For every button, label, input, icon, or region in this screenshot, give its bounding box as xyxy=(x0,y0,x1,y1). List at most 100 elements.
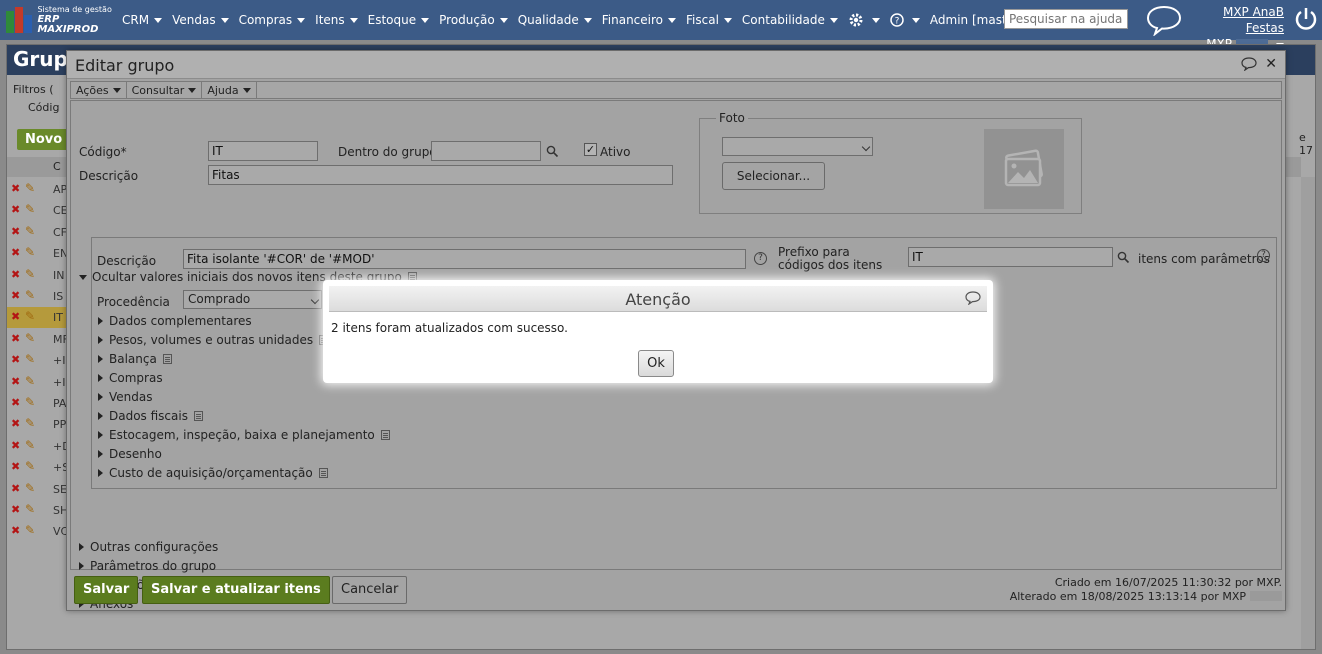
edit-icon[interactable]: ✎ xyxy=(25,374,35,388)
table-row[interactable]: ✖ ✎ MF xyxy=(7,329,69,350)
menu-qualidade[interactable]: Qualidade xyxy=(518,13,592,27)
edit-icon[interactable]: ✎ xyxy=(25,438,35,452)
doc-icon[interactable] xyxy=(318,468,328,478)
help-icon[interactable]: ? xyxy=(754,252,767,265)
selecionar-button[interactable]: Selecionar... xyxy=(722,162,825,190)
section-toggle[interactable]: Pesos, volumes e outras unidades xyxy=(98,333,329,347)
delete-icon[interactable]: ✖ xyxy=(11,524,20,537)
edit-icon[interactable]: ✎ xyxy=(25,267,35,281)
ok-button[interactable]: Ok xyxy=(638,350,674,377)
edit-icon[interactable]: ✎ xyxy=(25,395,35,409)
help-icon[interactable]: ? xyxy=(1257,249,1270,262)
chat-bubble-icon[interactable] xyxy=(965,291,981,305)
consultar-menu[interactable]: Consultar xyxy=(127,82,203,98)
descricao-input[interactable]: Fitas xyxy=(208,165,673,185)
doc-icon[interactable] xyxy=(162,354,172,364)
table-row[interactable]: ✖ ✎ PA xyxy=(7,393,67,414)
table-row[interactable]: ✖ ✎ SE xyxy=(7,479,67,500)
help-search-input[interactable] xyxy=(1004,9,1128,29)
acoes-menu[interactable]: Ações xyxy=(71,82,127,98)
section-toggle[interactable]: Dados complementares xyxy=(98,314,252,328)
section-toggle[interactable]: Custo de aquisição/orçamentação xyxy=(98,466,328,480)
menu-financeiro[interactable]: Financeiro xyxy=(602,13,677,27)
delete-icon[interactable]: ✖ xyxy=(11,353,20,366)
delete-icon[interactable]: ✖ xyxy=(11,396,20,409)
edit-icon[interactable]: ✎ xyxy=(25,502,35,516)
table-row[interactable]: ✖ ✎ IT xyxy=(7,307,67,329)
delete-icon[interactable]: ✖ xyxy=(11,417,20,430)
dentro-grupo-input[interactable] xyxy=(431,141,541,161)
edit-icon[interactable]: ✎ xyxy=(25,459,35,473)
salvar-atualizar-button[interactable]: Salvar e atualizar itens xyxy=(142,576,330,604)
delete-icon[interactable]: ✖ xyxy=(11,439,20,452)
edit-icon[interactable]: ✎ xyxy=(25,309,35,323)
doc-icon[interactable] xyxy=(193,411,203,421)
delete-icon[interactable]: ✖ xyxy=(11,332,20,345)
user-company[interactable]: MXP AnaB Festas xyxy=(1190,4,1284,36)
section-toggle[interactable]: Outras configurações xyxy=(79,540,218,554)
search-icon[interactable] xyxy=(546,145,559,158)
prefixo-input[interactable]: IT xyxy=(908,247,1113,267)
menu-contabilidade[interactable]: Contabilidade xyxy=(742,13,838,27)
delete-icon[interactable]: ✖ xyxy=(11,310,20,323)
settings-menu[interactable] xyxy=(848,12,880,28)
section-toggle[interactable]: Dados fiscais xyxy=(98,409,203,423)
salvar-button[interactable]: Salvar xyxy=(74,576,139,604)
delete-icon[interactable]: ✖ xyxy=(11,246,20,259)
edit-icon[interactable]: ✎ xyxy=(25,331,35,345)
table-row[interactable]: ✖ ✎ +I xyxy=(7,372,67,393)
novo-button[interactable]: Novo xyxy=(17,129,71,150)
edit-icon[interactable]: ✎ xyxy=(25,202,35,216)
menu-producao[interactable]: Produção xyxy=(439,13,508,27)
section-toggle[interactable]: Compras xyxy=(98,371,163,385)
edit-icon[interactable]: ✎ xyxy=(25,245,35,259)
section-toggle[interactable]: Vendas xyxy=(98,390,153,404)
delete-icon[interactable]: ✖ xyxy=(11,203,20,216)
section-toggle[interactable]: Parâmetros do grupo xyxy=(79,559,216,573)
edit-icon[interactable]: ✎ xyxy=(25,181,35,195)
power-icon[interactable] xyxy=(1294,6,1318,32)
chat-bubble-icon[interactable] xyxy=(1146,4,1182,36)
section-toggle[interactable]: Desenho xyxy=(98,447,162,461)
delete-icon[interactable]: ✖ xyxy=(11,460,20,473)
cancelar-button[interactable]: Cancelar xyxy=(332,576,408,604)
close-icon[interactable]: ✕ xyxy=(1265,56,1277,72)
menu-crm[interactable]: CRM xyxy=(122,13,163,27)
table-row[interactable]: ✖ ✎ PP xyxy=(7,414,67,435)
edit-icon[interactable]: ✎ xyxy=(25,224,35,238)
menu-itens[interactable]: Itens xyxy=(315,13,358,27)
table-row[interactable]: ✖ ✎ SH xyxy=(7,500,68,521)
search-icon[interactable] xyxy=(1117,251,1130,264)
procedencia-select[interactable]: Comprado xyxy=(183,290,322,309)
delete-icon[interactable]: ✖ xyxy=(11,482,20,495)
table-row[interactable]: ✖ ✎ CE xyxy=(7,200,68,221)
delete-icon[interactable]: ✖ xyxy=(11,182,20,195)
inner-descricao-input[interactable]: Fita isolante '#COR' de '#MOD' xyxy=(183,249,746,269)
doc-icon[interactable] xyxy=(380,430,390,440)
edit-icon[interactable]: ✎ xyxy=(25,523,35,537)
ativo-checkbox[interactable]: ✓ xyxy=(584,143,597,156)
ajuda-menu[interactable]: Ajuda xyxy=(202,82,257,98)
edit-icon[interactable]: ✎ xyxy=(25,288,35,302)
menu-fiscal[interactable]: Fiscal xyxy=(686,13,732,27)
menu-compras[interactable]: Compras xyxy=(239,13,306,27)
table-row[interactable]: ✖ ✎ EN xyxy=(7,243,68,264)
chat-bubble-icon[interactable] xyxy=(1241,57,1257,71)
app-logo[interactable]: Sistema de gestão ERP MAXIPROD xyxy=(0,5,122,35)
edit-icon[interactable]: ✎ xyxy=(25,416,35,430)
help-menu[interactable]: ? xyxy=(890,13,920,27)
menu-estoque[interactable]: Estoque xyxy=(368,13,430,27)
section-toggle[interactable]: Estocagem, inspeção, baixa e planejament… xyxy=(98,428,390,442)
table-row[interactable]: ✖ ✎ AP xyxy=(7,179,67,200)
table-row[interactable]: ✖ ✎ VC xyxy=(7,521,68,542)
foto-select[interactable] xyxy=(722,137,873,156)
delete-icon[interactable]: ✖ xyxy=(11,268,20,281)
edit-icon[interactable]: ✎ xyxy=(25,481,35,495)
table-row[interactable]: ✖ ✎ +I xyxy=(7,350,67,371)
section-toggle[interactable]: Balança xyxy=(98,352,172,366)
table-row[interactable]: ✖ ✎ +S xyxy=(7,457,69,478)
delete-icon[interactable]: ✖ xyxy=(11,225,20,238)
table-row[interactable]: ✖ ✎ IN xyxy=(7,265,67,286)
codigo-input[interactable]: IT xyxy=(208,141,318,161)
table-row[interactable]: ✖ ✎ CF xyxy=(7,222,67,243)
